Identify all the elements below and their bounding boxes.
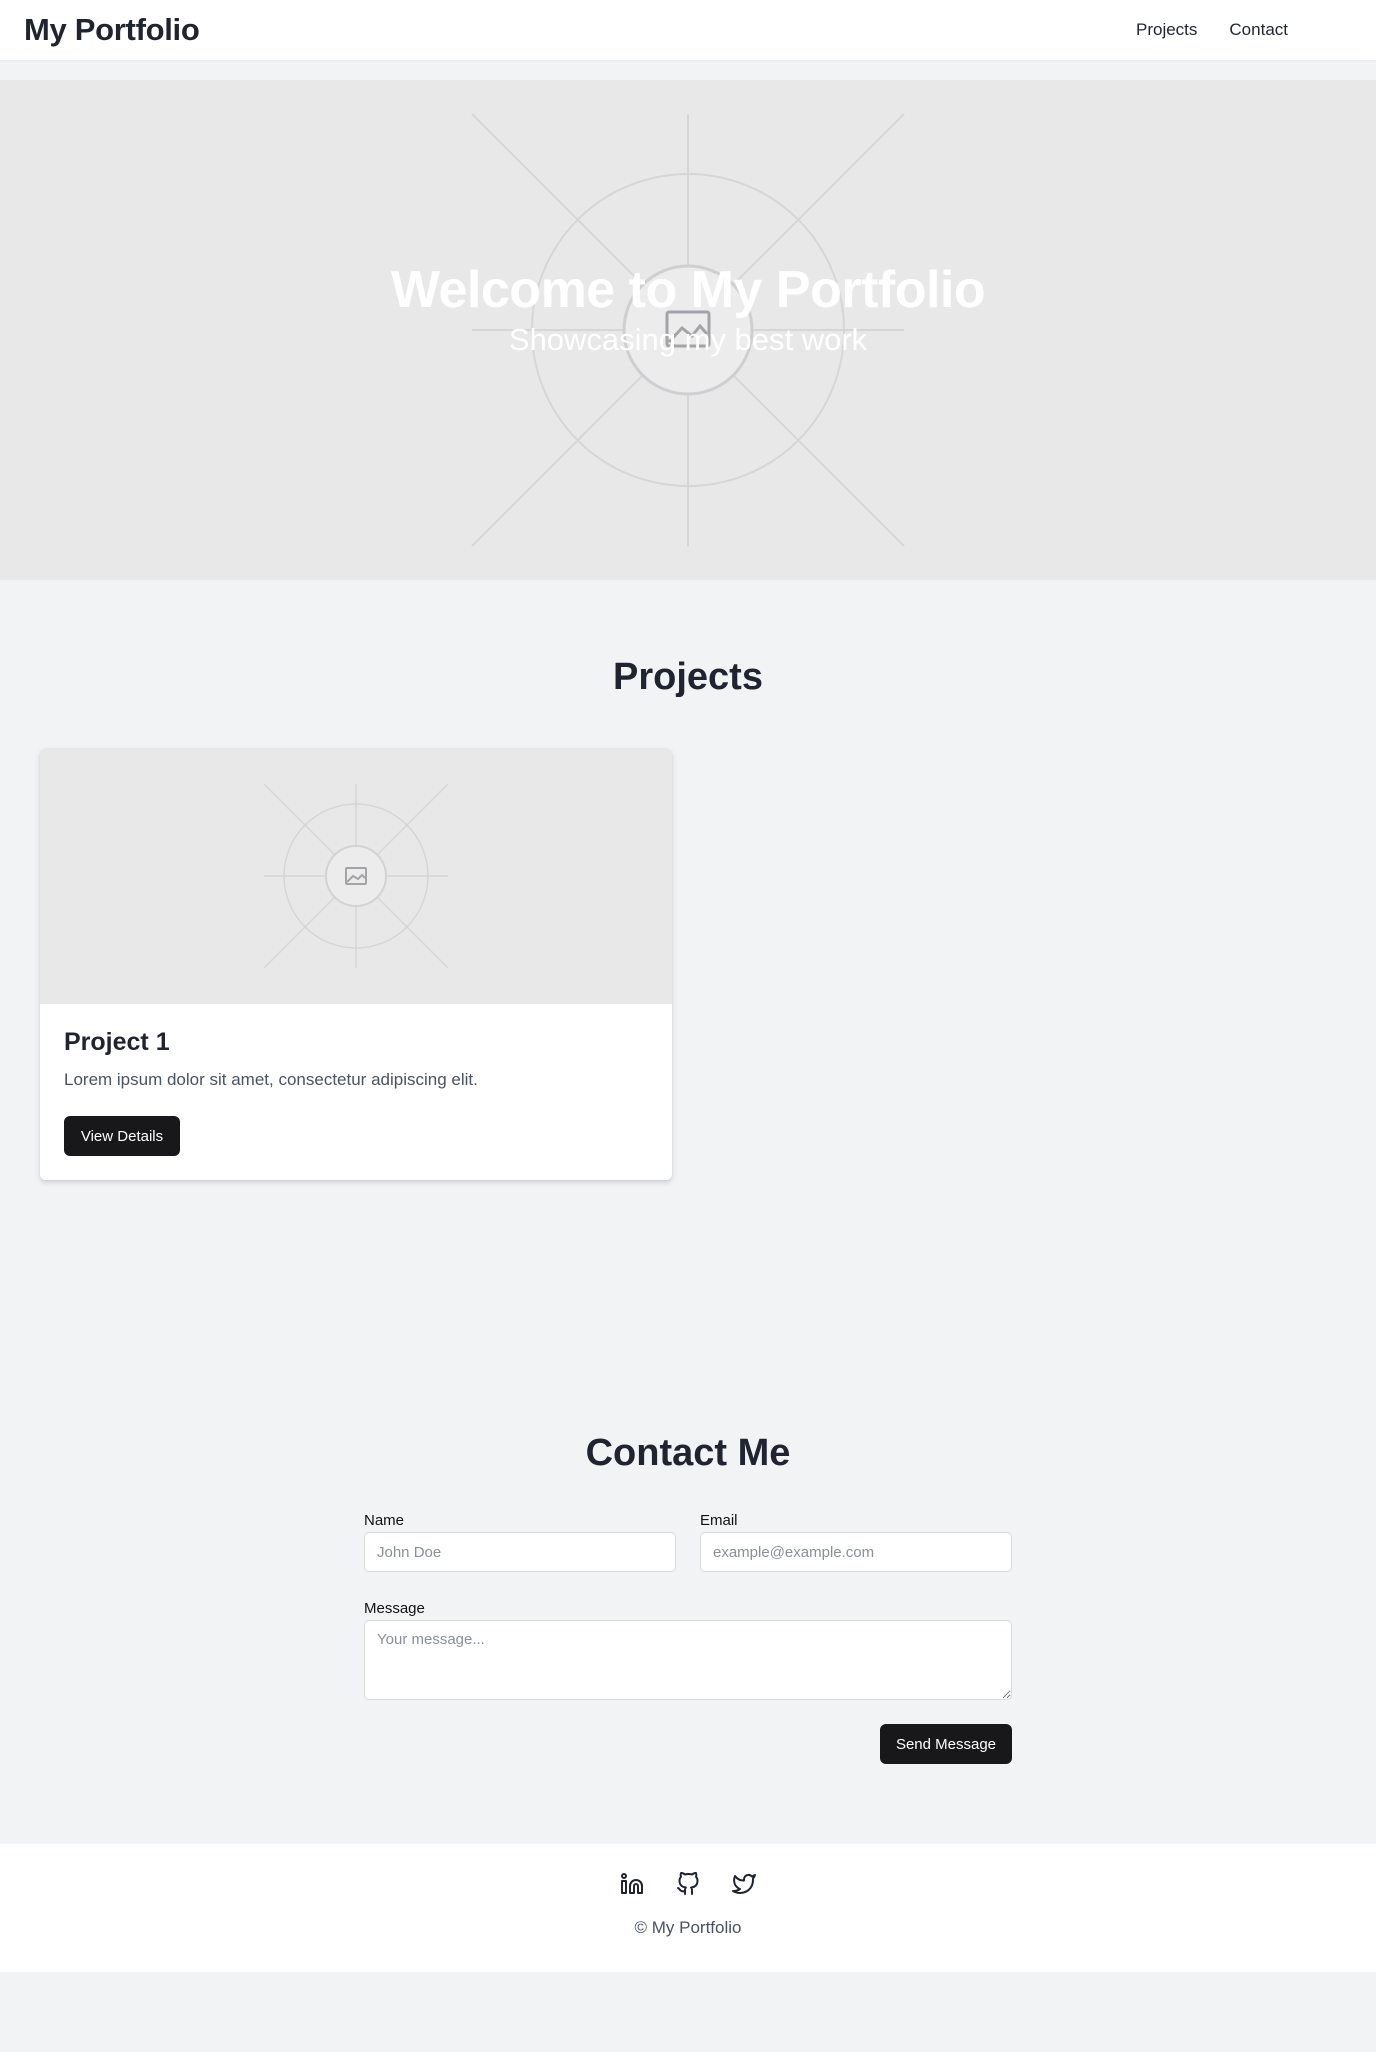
copyright-text: © My Portfolio (634, 1918, 742, 1937)
main-nav: Projects Contact (1136, 20, 1288, 40)
twitter-icon[interactable] (732, 1872, 756, 1896)
social-links (0, 1871, 1376, 1896)
message-field[interactable] (364, 1620, 1012, 1700)
project-title: Project 1 (64, 1028, 170, 1056)
github-icon[interactable] (676, 1871, 700, 1896)
hero-subtitle: Showcasing my best work (508, 322, 868, 357)
email-field[interactable] (700, 1532, 1012, 1572)
linkedin-icon[interactable] (620, 1872, 644, 1896)
name-label: Name (364, 1512, 405, 1529)
message-label: Message (364, 1600, 425, 1617)
name-field[interactable] (364, 1532, 676, 1572)
site-footer: © My Portfolio (0, 1844, 1376, 1972)
project-card: Project 1 Lorem ipsum dolor sit amet, co… (40, 748, 672, 1180)
site-title[interactable]: My Portfolio (24, 12, 200, 48)
nav-link-contact[interactable]: Contact (1229, 20, 1288, 40)
project-description: Lorem ipsum dolor sit amet, consectetur … (64, 1070, 478, 1089)
site-header: My Portfolio Projects Contact (0, 0, 1376, 60)
contact-heading: Contact Me (585, 1432, 791, 1474)
project-image-placeholder (40, 748, 672, 1004)
view-details-button[interactable]: View Details (64, 1116, 180, 1156)
email-label: Email (700, 1512, 738, 1529)
nav-link-projects[interactable]: Projects (1136, 20, 1197, 40)
send-message-button[interactable]: Send Message (880, 1724, 1012, 1764)
hero-banner: Welcome to My Portfolio Showcasing my be… (0, 80, 1376, 580)
hero-title: Welcome to My Portfolio (390, 261, 986, 319)
projects-heading: Projects (613, 656, 763, 698)
